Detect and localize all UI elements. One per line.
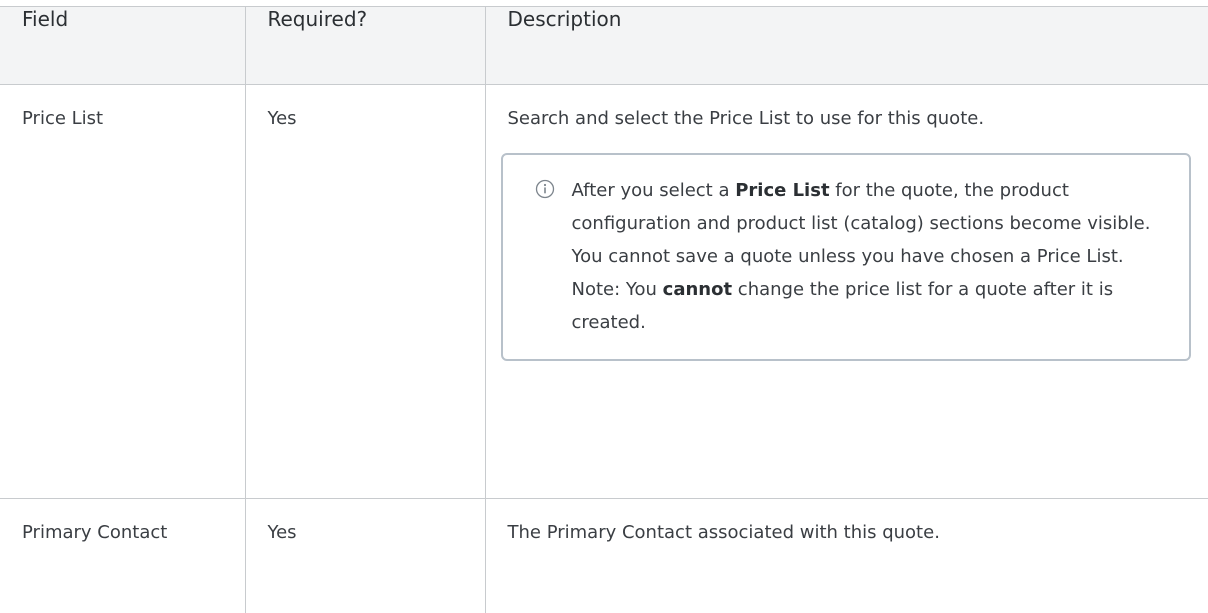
header-field: Field: [0, 6, 246, 85]
header-row: Field Required? Description: [0, 6, 1208, 85]
document-page: Field Required? Description Price List Y…: [0, 0, 1208, 613]
table-header: Field Required? Description: [0, 6, 1208, 85]
table-row: Price List Yes Search and select the Pri…: [0, 84, 1208, 499]
header-description: Description: [484, 6, 1208, 85]
note-text-3: Note: You: [571, 279, 663, 300]
description-text: Search and select the Price List to use …: [507, 108, 985, 129]
info-icon: [535, 179, 554, 199]
field-cell: Primary Contact: [0, 498, 246, 613]
required-cell: Yes: [244, 498, 486, 613]
note-bold-price-list: Price List: [735, 180, 830, 201]
note-warning: Note: You cannot change the price list f…: [572, 273, 1167, 339]
table-body: Price List Yes Search and select the Pri…: [0, 84, 1208, 613]
note-text-1: After you select a: [571, 180, 736, 201]
description-cell: The Primary Contact associated with this…: [484, 498, 1208, 613]
note-paragraph: After you select a Price List for the qu…: [572, 174, 1167, 273]
fields-table: Field Required? Description Price List Y…: [0, 6, 1208, 613]
note-bold-cannot: cannot: [662, 279, 733, 300]
header-required: Required?: [244, 6, 486, 85]
info-note: After you select a Price List for the qu…: [500, 153, 1191, 361]
field-cell: Price List: [0, 84, 246, 499]
table-row: Primary Contact Yes The Primary Contact …: [0, 498, 1208, 613]
description-cell: Search and select the Price List to use …: [484, 84, 1208, 499]
required-cell: Yes: [244, 84, 486, 499]
